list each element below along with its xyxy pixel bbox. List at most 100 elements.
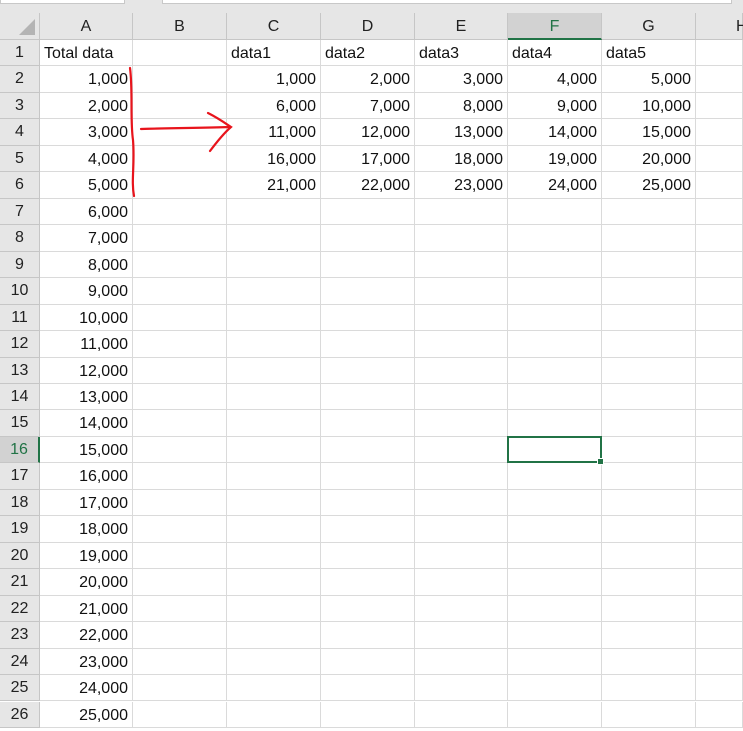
cell-E15[interactable] bbox=[415, 410, 508, 437]
cell-C12[interactable] bbox=[227, 331, 321, 358]
cell-D13[interactable] bbox=[321, 357, 415, 384]
cell-E16[interactable] bbox=[415, 436, 508, 464]
cell-D21[interactable] bbox=[321, 569, 415, 596]
cell-H18[interactable] bbox=[696, 489, 743, 517]
cell-G1[interactable]: data5 bbox=[602, 40, 696, 67]
cell-D15[interactable] bbox=[321, 410, 415, 437]
cell-E12[interactable] bbox=[415, 331, 508, 358]
cell-E11[interactable] bbox=[415, 304, 508, 332]
row-header-23[interactable]: 23 bbox=[0, 622, 40, 649]
cell-H7[interactable] bbox=[696, 198, 743, 226]
cell-E19[interactable] bbox=[415, 516, 508, 543]
row-header-10[interactable]: 10 bbox=[0, 278, 40, 305]
cell-B1[interactable] bbox=[133, 40, 227, 67]
column-header-D[interactable]: D bbox=[321, 13, 415, 40]
row-header-14[interactable]: 14 bbox=[0, 383, 40, 411]
cell-D16[interactable] bbox=[321, 436, 415, 464]
cell-E3[interactable]: 8,000 bbox=[415, 92, 508, 120]
column-header-E[interactable]: E bbox=[415, 13, 508, 40]
cell-H9[interactable] bbox=[696, 251, 743, 279]
cell-D4[interactable]: 12,000 bbox=[321, 119, 415, 146]
cell-C17[interactable] bbox=[227, 463, 321, 490]
cell-A3[interactable]: 2,000 bbox=[40, 92, 133, 120]
cell-B10[interactable] bbox=[133, 278, 227, 305]
cell-C9[interactable] bbox=[227, 251, 321, 279]
cell-F22[interactable] bbox=[508, 595, 602, 623]
cell-G25[interactable] bbox=[602, 675, 696, 702]
cell-G24[interactable] bbox=[602, 648, 696, 676]
cell-B6[interactable] bbox=[133, 172, 227, 199]
cell-G5[interactable]: 20,000 bbox=[602, 145, 696, 173]
cell-H17[interactable] bbox=[696, 463, 743, 490]
cell-D20[interactable] bbox=[321, 542, 415, 570]
cell-G4[interactable]: 15,000 bbox=[602, 119, 696, 146]
cell-E23[interactable] bbox=[415, 622, 508, 649]
cell-F10[interactable] bbox=[508, 278, 602, 305]
cell-A13[interactable]: 12,000 bbox=[40, 357, 133, 384]
cell-A7[interactable]: 6,000 bbox=[40, 198, 133, 226]
cell-F1[interactable]: data4 bbox=[508, 40, 602, 67]
cell-A16[interactable]: 15,000 bbox=[40, 436, 133, 464]
cell-C8[interactable] bbox=[227, 225, 321, 252]
cell-B2[interactable] bbox=[133, 66, 227, 93]
cell-D1[interactable]: data2 bbox=[321, 40, 415, 67]
select-all-button[interactable] bbox=[0, 13, 40, 40]
row-header-20[interactable]: 20 bbox=[0, 542, 40, 570]
cell-C15[interactable] bbox=[227, 410, 321, 437]
cell-H6[interactable] bbox=[696, 172, 743, 199]
cell-G13[interactable] bbox=[602, 357, 696, 384]
cell-H26[interactable] bbox=[696, 701, 743, 728]
cell-H2[interactable] bbox=[696, 66, 743, 93]
cell-F11[interactable] bbox=[508, 304, 602, 332]
cell-G16[interactable] bbox=[602, 436, 696, 464]
cell-G2[interactable]: 5,000 bbox=[602, 66, 696, 93]
column-header-G[interactable]: G bbox=[602, 13, 696, 40]
column-header-H[interactable]: H bbox=[696, 13, 743, 40]
cell-G20[interactable] bbox=[602, 542, 696, 570]
cell-F3[interactable]: 9,000 bbox=[508, 92, 602, 120]
cell-H19[interactable] bbox=[696, 516, 743, 543]
column-header-C[interactable]: C bbox=[227, 13, 321, 40]
cell-H14[interactable] bbox=[696, 383, 743, 411]
cell-E22[interactable] bbox=[415, 595, 508, 623]
cell-D10[interactable] bbox=[321, 278, 415, 305]
row-header-19[interactable]: 19 bbox=[0, 516, 40, 543]
cell-C25[interactable] bbox=[227, 675, 321, 702]
name-box[interactable] bbox=[0, 0, 125, 4]
cell-D22[interactable] bbox=[321, 595, 415, 623]
cell-A15[interactable]: 14,000 bbox=[40, 410, 133, 437]
cell-B25[interactable] bbox=[133, 675, 227, 702]
cell-H20[interactable] bbox=[696, 542, 743, 570]
cell-E24[interactable] bbox=[415, 648, 508, 676]
cell-B19[interactable] bbox=[133, 516, 227, 543]
row-header-4[interactable]: 4 bbox=[0, 119, 40, 146]
cell-B21[interactable] bbox=[133, 569, 227, 596]
cell-H12[interactable] bbox=[696, 331, 743, 358]
cell-B7[interactable] bbox=[133, 198, 227, 226]
cell-A5[interactable]: 4,000 bbox=[40, 145, 133, 173]
cell-E21[interactable] bbox=[415, 569, 508, 596]
column-header-A[interactable]: A bbox=[40, 13, 133, 40]
cell-A1[interactable]: Total data bbox=[40, 40, 133, 67]
cell-D7[interactable] bbox=[321, 198, 415, 226]
cell-F13[interactable] bbox=[508, 357, 602, 384]
cell-C21[interactable] bbox=[227, 569, 321, 596]
cell-A9[interactable]: 8,000 bbox=[40, 251, 133, 279]
cell-C23[interactable] bbox=[227, 622, 321, 649]
row-header-18[interactable]: 18 bbox=[0, 489, 40, 517]
cell-H15[interactable] bbox=[696, 410, 743, 437]
row-header-15[interactable]: 15 bbox=[0, 410, 40, 437]
cell-H8[interactable] bbox=[696, 225, 743, 252]
cell-E17[interactable] bbox=[415, 463, 508, 490]
cell-G3[interactable]: 10,000 bbox=[602, 92, 696, 120]
cell-G14[interactable] bbox=[602, 383, 696, 411]
row-header-8[interactable]: 8 bbox=[0, 225, 40, 252]
cell-E2[interactable]: 3,000 bbox=[415, 66, 508, 93]
cell-A8[interactable]: 7,000 bbox=[40, 225, 133, 252]
cell-E25[interactable] bbox=[415, 675, 508, 702]
row-header-12[interactable]: 12 bbox=[0, 331, 40, 358]
cell-F19[interactable] bbox=[508, 516, 602, 543]
cell-H16[interactable] bbox=[696, 436, 743, 464]
cell-E5[interactable]: 18,000 bbox=[415, 145, 508, 173]
cell-A22[interactable]: 21,000 bbox=[40, 595, 133, 623]
